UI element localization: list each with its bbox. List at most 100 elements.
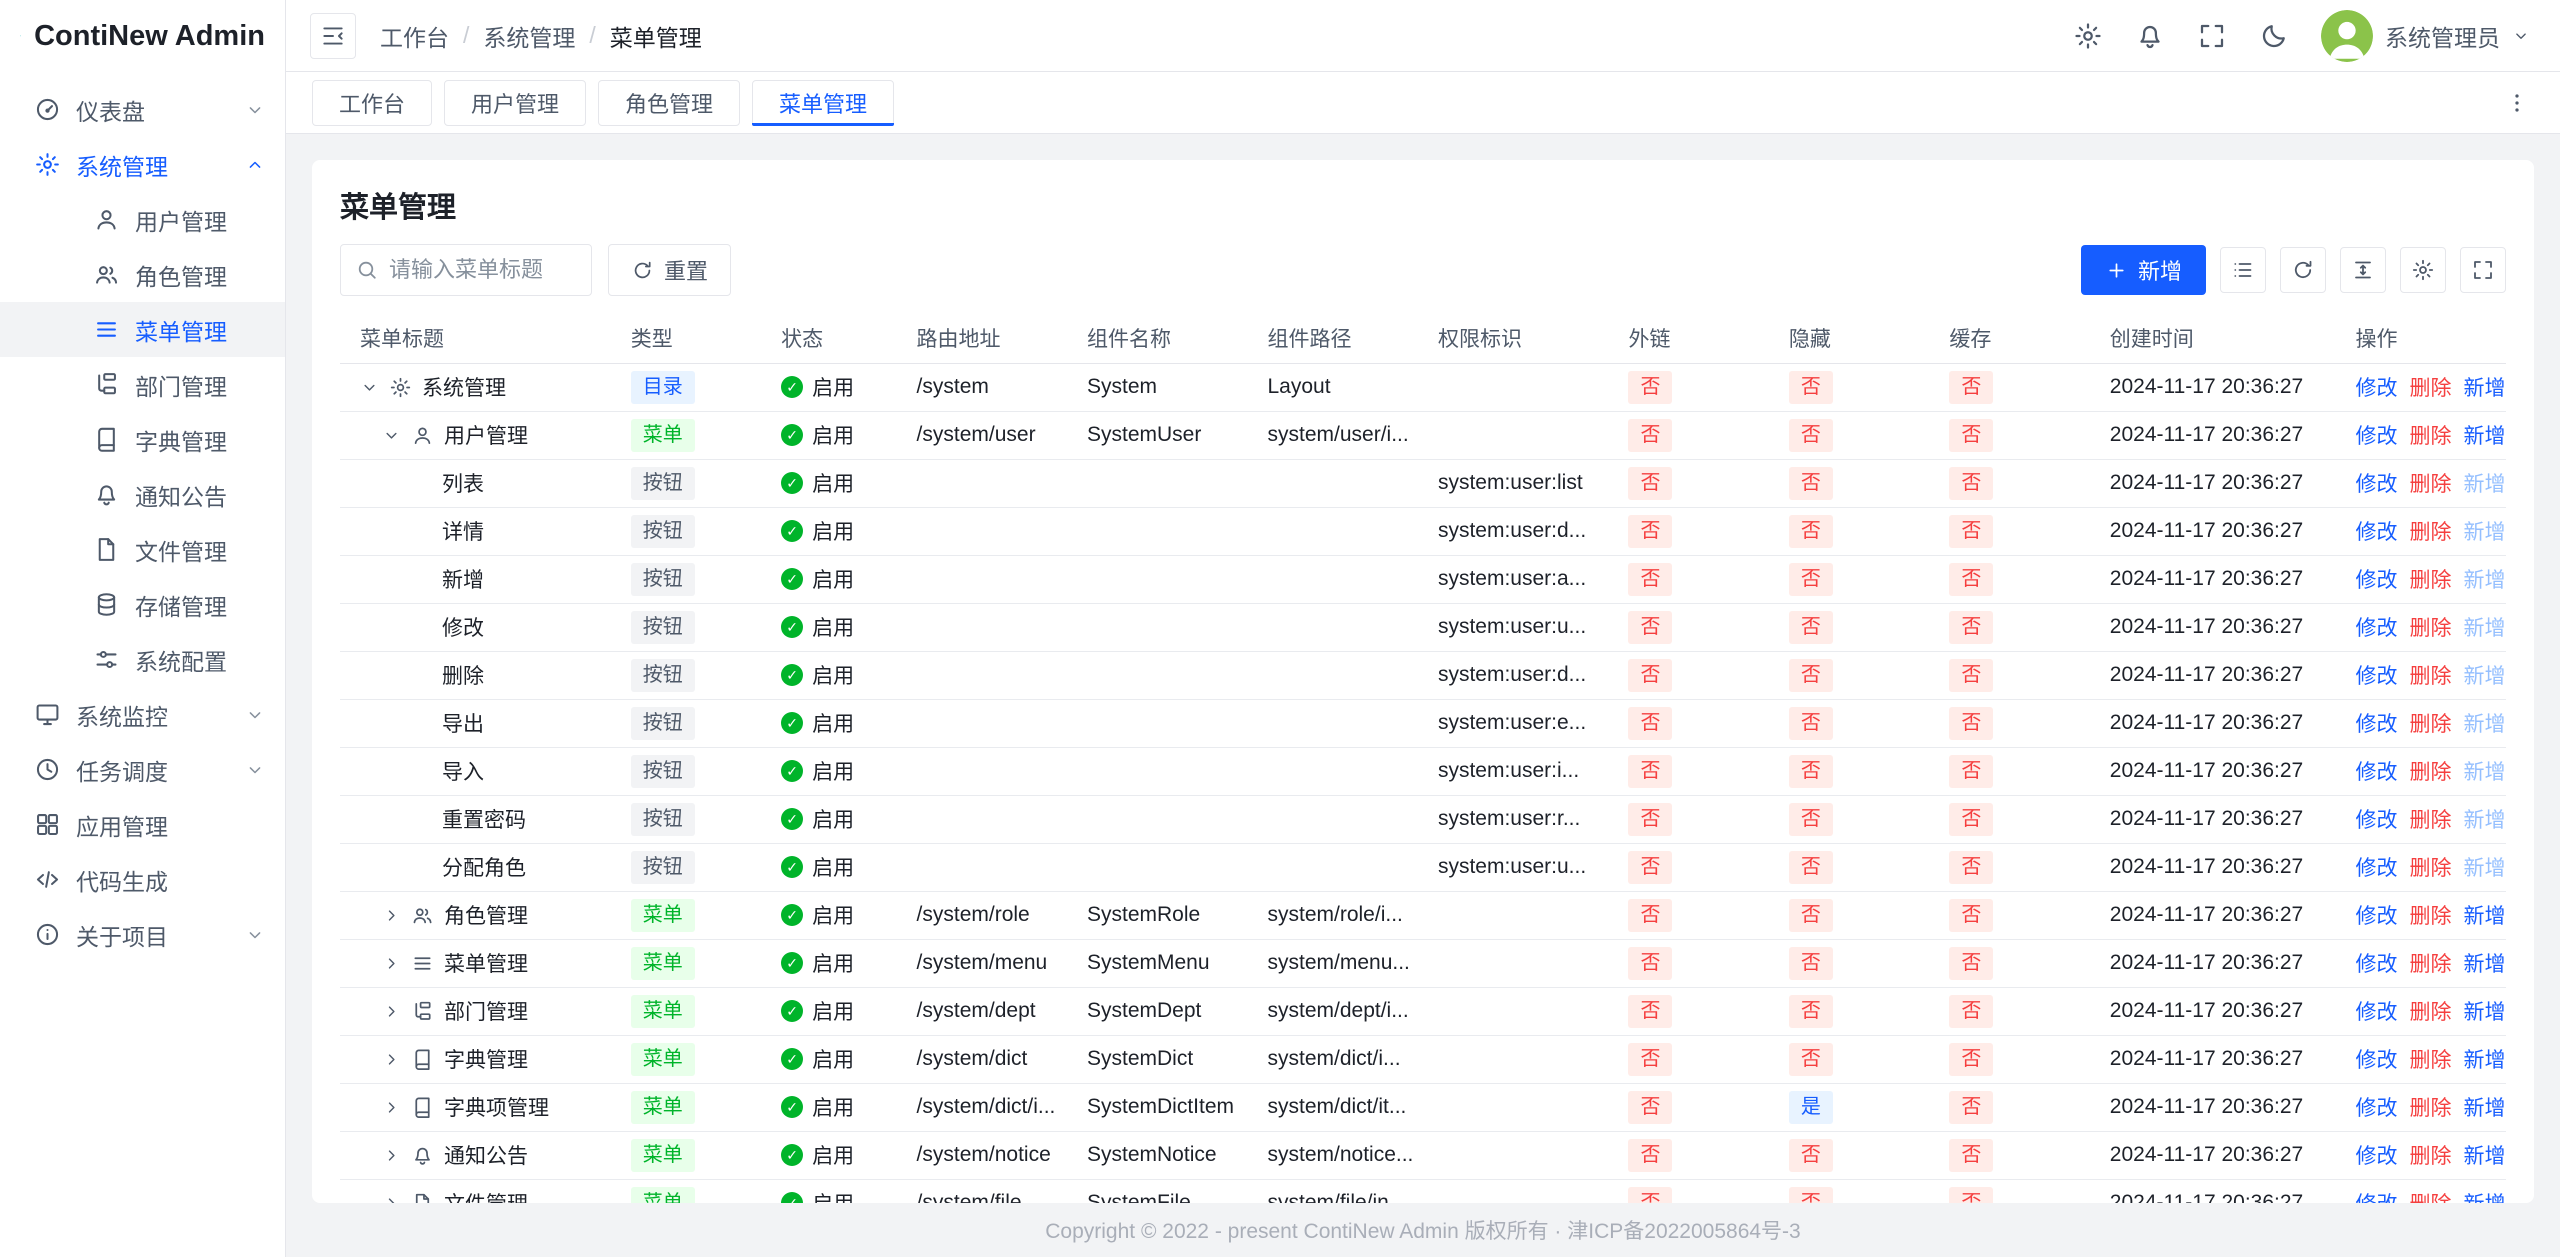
expand-toggle[interactable] (382, 1146, 401, 1165)
list-view-button[interactable] (2220, 247, 2266, 293)
delete-link[interactable]: 删除 (2409, 1193, 2451, 1203)
edit-link[interactable]: 修改 (2355, 521, 2397, 544)
add-link[interactable]: 新增 (2463, 1001, 2505, 1024)
notifications-button[interactable] (2135, 21, 2165, 51)
add-link[interactable]: 新增 (2463, 473, 2505, 496)
edit-link[interactable]: 修改 (2355, 905, 2397, 928)
dark-mode-button[interactable] (2259, 21, 2289, 51)
edit-link[interactable]: 修改 (2355, 1097, 2397, 1120)
delete-link[interactable]: 删除 (2409, 1145, 2451, 1168)
breadcrumb-item[interactable]: 系统管理 (483, 19, 575, 53)
delete-link[interactable]: 删除 (2409, 665, 2451, 688)
add-link[interactable]: 新增 (2463, 569, 2505, 592)
row-height-button[interactable] (2340, 247, 2386, 293)
sidebar-subitem[interactable]: 菜单管理 (0, 302, 285, 357)
delete-link[interactable]: 删除 (2409, 905, 2451, 928)
edit-link[interactable]: 修改 (2355, 1145, 2397, 1168)
sidebar-subitem[interactable]: 系统配置 (0, 632, 285, 687)
delete-link[interactable]: 删除 (2409, 1097, 2451, 1120)
delete-link[interactable]: 删除 (2409, 569, 2451, 592)
edit-link[interactable]: 修改 (2355, 713, 2397, 736)
tab[interactable]: 工作台 (312, 80, 432, 126)
delete-link[interactable]: 删除 (2409, 521, 2451, 544)
delete-link[interactable]: 删除 (2409, 377, 2451, 400)
add-link[interactable]: 新增 (2463, 665, 2505, 688)
add-link[interactable]: 新增 (2463, 809, 2505, 832)
add-link[interactable]: 新增 (2463, 713, 2505, 736)
sidebar-subitem[interactable]: 字典管理 (0, 412, 285, 467)
expand-toggle[interactable] (382, 1194, 401, 1204)
column-settings-button[interactable] (2400, 247, 2446, 293)
add-link[interactable]: 新增 (2463, 377, 2505, 400)
delete-link[interactable]: 删除 (2409, 617, 2451, 640)
logo[interactable]: ContiNew Admin (0, 0, 285, 72)
edit-link[interactable]: 修改 (2355, 953, 2397, 976)
expand-toggle[interactable] (382, 426, 401, 445)
add-link[interactable]: 新增 (2463, 1145, 2505, 1168)
add-link[interactable]: 新增 (2463, 425, 2505, 448)
edit-link[interactable]: 修改 (2355, 809, 2397, 832)
search-input[interactable] (389, 257, 577, 283)
edit-link[interactable]: 修改 (2355, 857, 2397, 880)
fullscreen-button[interactable] (2197, 21, 2227, 51)
delete-link[interactable]: 删除 (2409, 473, 2451, 496)
delete-link[interactable]: 删除 (2409, 1001, 2451, 1024)
edit-link[interactable]: 修改 (2355, 569, 2397, 592)
edit-link[interactable]: 修改 (2355, 1049, 2397, 1072)
add-link[interactable]: 新增 (2463, 1193, 2505, 1203)
tab-more-button[interactable] (2500, 86, 2534, 120)
sidebar-subitem[interactable]: 存储管理 (0, 577, 285, 632)
add-link[interactable]: 新增 (2463, 1097, 2505, 1120)
sidebar-item[interactable]: 任务调度 (0, 742, 285, 797)
sidebar-collapse-button[interactable] (310, 13, 356, 59)
edit-link[interactable]: 修改 (2355, 761, 2397, 784)
add-link[interactable]: 新增 (2463, 857, 2505, 880)
breadcrumb-item[interactable]: 菜单管理 (610, 19, 702, 53)
sidebar-item[interactable]: 仪表盘 (0, 82, 285, 137)
delete-link[interactable]: 删除 (2409, 857, 2451, 880)
tab[interactable]: 用户管理 (444, 80, 586, 126)
expand-toggle[interactable] (360, 378, 379, 397)
delete-link[interactable]: 删除 (2409, 713, 2451, 736)
add-link[interactable]: 新增 (2463, 1049, 2505, 1072)
sidebar-item[interactable]: 应用管理 (0, 797, 285, 852)
sidebar-item[interactable]: 代码生成 (0, 852, 285, 907)
expand-toggle[interactable] (382, 1002, 401, 1021)
delete-link[interactable]: 删除 (2409, 953, 2451, 976)
expand-toggle[interactable] (382, 1098, 401, 1117)
expand-toggle[interactable] (382, 906, 401, 925)
breadcrumb-item[interactable]: 工作台 (380, 19, 449, 53)
edit-link[interactable]: 修改 (2355, 425, 2397, 448)
add-link[interactable]: 新增 (2463, 761, 2505, 784)
delete-link[interactable]: 删除 (2409, 425, 2451, 448)
add-link[interactable]: 新增 (2463, 617, 2505, 640)
sidebar-item[interactable]: 系统管理 (0, 137, 285, 192)
edit-link[interactable]: 修改 (2355, 1193, 2397, 1203)
tab[interactable]: 菜单管理 (752, 80, 894, 126)
add-link[interactable]: 新增 (2463, 521, 2505, 544)
settings-button[interactable] (2073, 21, 2103, 51)
user-menu[interactable]: 系统管理员 (2321, 10, 2530, 62)
add-link[interactable]: 新增 (2463, 953, 2505, 976)
tab[interactable]: 角色管理 (598, 80, 740, 126)
edit-link[interactable]: 修改 (2355, 617, 2397, 640)
add-button[interactable]: 新增 (2081, 245, 2206, 295)
fullscreen-table-button[interactable] (2460, 247, 2506, 293)
sidebar-subitem[interactable]: 角色管理 (0, 247, 285, 302)
sidebar-item[interactable]: 关于项目 (0, 907, 285, 962)
add-link[interactable]: 新增 (2463, 905, 2505, 928)
refresh-button[interactable] (2280, 247, 2326, 293)
reset-button[interactable]: 重置 (608, 244, 731, 296)
sidebar-item[interactable]: 系统监控 (0, 687, 285, 742)
edit-link[interactable]: 修改 (2355, 665, 2397, 688)
delete-link[interactable]: 删除 (2409, 809, 2451, 832)
sidebar-subitem[interactable]: 通知公告 (0, 467, 285, 522)
edit-link[interactable]: 修改 (2355, 377, 2397, 400)
expand-toggle[interactable] (382, 1050, 401, 1069)
edit-link[interactable]: 修改 (2355, 473, 2397, 496)
expand-toggle[interactable] (382, 954, 401, 973)
sidebar-subitem[interactable]: 部门管理 (0, 357, 285, 412)
edit-link[interactable]: 修改 (2355, 1001, 2397, 1024)
sidebar-subitem[interactable]: 文件管理 (0, 522, 285, 577)
delete-link[interactable]: 删除 (2409, 761, 2451, 784)
